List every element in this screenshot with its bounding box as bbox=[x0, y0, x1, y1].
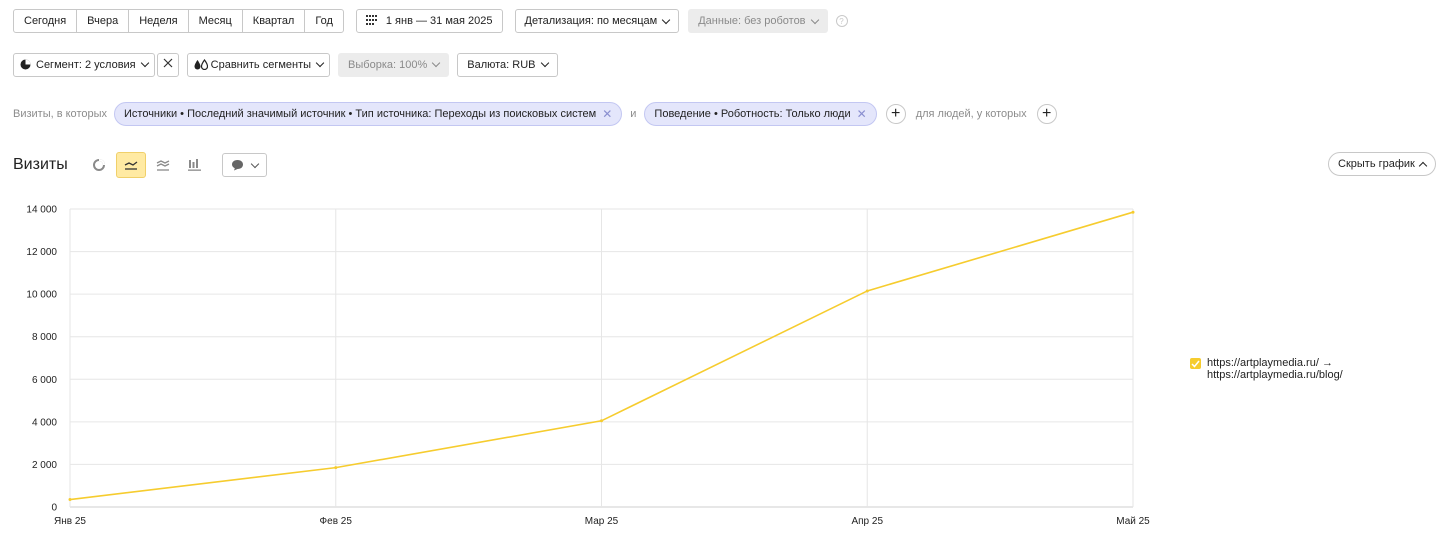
legend-line-1: https://artplaymedia.ru/ → bbox=[1207, 357, 1333, 369]
chevron-down-icon bbox=[250, 159, 259, 168]
hide-chart-label: Скрыть график bbox=[1338, 158, 1415, 170]
chevron-down-icon bbox=[540, 58, 549, 68]
hide-chart-button[interactable]: Скрыть график bbox=[1328, 152, 1436, 176]
close-icon[interactable]: ✕ bbox=[602, 107, 612, 121]
y-tick-label: 4 000 bbox=[32, 417, 57, 428]
date-range-button[interactable]: 1 янв — 31 мая 2025 bbox=[355, 9, 503, 33]
segment-label: Сегмент: 2 условия bbox=[36, 58, 136, 71]
area-chart-icon bbox=[156, 159, 170, 171]
y-tick-label: 10 000 bbox=[26, 290, 57, 301]
data-point[interactable] bbox=[865, 289, 869, 293]
filter-chip-behavior[interactable]: Поведение • Роботность: Только люди ✕ bbox=[644, 102, 877, 126]
checkmark-icon bbox=[1191, 360, 1200, 368]
period-selector: Сегодня Вчера Неделя Месяц Квартал Год bbox=[13, 9, 344, 33]
chevron-down-icon bbox=[140, 58, 149, 68]
currency-dropdown[interactable]: Валюта: RUB bbox=[457, 52, 558, 77]
comment-icon bbox=[231, 159, 244, 171]
chevron-down-icon bbox=[661, 15, 671, 24]
x-tick-label: Апр 25 bbox=[851, 516, 883, 527]
segment-toolbar: Сегмент: 2 условия Сравнить сегменты Выб… bbox=[13, 52, 558, 77]
data-point[interactable] bbox=[68, 498, 72, 502]
visits-prefix-label: Визиты, в которых bbox=[13, 108, 107, 120]
y-tick-label: 0 bbox=[51, 503, 57, 514]
annotations-dropdown[interactable] bbox=[221, 153, 267, 177]
line-chart-toggle[interactable] bbox=[115, 152, 146, 178]
x-tick-label: Янв 25 bbox=[54, 516, 86, 527]
legend-series-label[interactable]: https://artplaymedia.ru/ → https://artpl… bbox=[1207, 357, 1343, 381]
compare-icon bbox=[194, 59, 208, 70]
visits-line-chart: 0 2 000 4 000 6 000 8 000 10 000 12 000 14 000 Я… bbox=[26, 205, 1150, 528]
sample-label: Выборка: 100% bbox=[348, 58, 428, 71]
plus-icon: + bbox=[891, 105, 901, 122]
chart-header: Визиты bbox=[13, 150, 267, 180]
x-tick-label: Мар 25 bbox=[585, 516, 619, 527]
detail-label: Детализация: по месяцам bbox=[524, 15, 658, 27]
add-people-condition-button[interactable]: + bbox=[1036, 104, 1057, 124]
bar-chart-icon bbox=[188, 159, 202, 171]
plus-icon: + bbox=[1042, 105, 1052, 122]
detail-dropdown[interactable]: Детализация: по месяцам bbox=[514, 9, 680, 33]
and-label: и bbox=[630, 108, 637, 120]
data-filter-dropdown[interactable]: Данные: без роботов bbox=[688, 9, 828, 33]
data-point[interactable] bbox=[600, 419, 603, 423]
y-tick-label: 14 000 bbox=[26, 205, 57, 216]
chevron-down-icon bbox=[315, 58, 325, 68]
filter-chip-source-label: Источники • Последний значимый источник … bbox=[124, 108, 597, 120]
legend-line-2: https://artplaymedia.ru/blog/ bbox=[1207, 369, 1343, 381]
chevron-down-icon bbox=[432, 58, 441, 68]
chevron-down-icon bbox=[810, 15, 819, 24]
data-point[interactable] bbox=[334, 466, 338, 470]
pie-segment-icon bbox=[20, 59, 31, 70]
close-icon bbox=[163, 58, 173, 71]
compare-label: Сравнить сегменты bbox=[210, 58, 312, 71]
people-label: для людей, у которых bbox=[915, 108, 1027, 120]
area-chart-toggle[interactable] bbox=[148, 152, 178, 178]
currency-label: Валюта: RUB bbox=[467, 58, 536, 71]
calendar-icon bbox=[365, 14, 378, 28]
y-tick-label: 2 000 bbox=[32, 460, 57, 471]
compare-segments-dropdown[interactable]: Сравнить сегменты bbox=[186, 52, 331, 77]
data-point[interactable] bbox=[1131, 210, 1135, 214]
bar-chart-toggle[interactable] bbox=[180, 152, 210, 178]
x-tick-label: Фев 25 bbox=[320, 516, 353, 527]
sample-dropdown[interactable]: Выборка: 100% bbox=[338, 52, 450, 77]
y-tick-label: 8 000 bbox=[32, 332, 57, 343]
chart-axes: 0 2 000 4 000 6 000 8 000 10 000 12 000 14 000 Я… bbox=[26, 205, 1150, 528]
add-visit-condition-button[interactable]: + bbox=[885, 104, 906, 124]
help-icon[interactable]: ? bbox=[835, 15, 848, 27]
close-icon[interactable]: ✕ bbox=[857, 107, 867, 121]
x-tick-label: Май 25 bbox=[1116, 516, 1150, 527]
y-tick-label: 6 000 bbox=[32, 375, 57, 386]
filter-chip-source[interactable]: Источники • Последний значимый источник … bbox=[114, 102, 623, 126]
period-month[interactable]: Месяц bbox=[189, 10, 243, 32]
period-week[interactable]: Неделя bbox=[129, 10, 189, 32]
data-filter-label: Данные: без роботов bbox=[698, 15, 806, 27]
chart-grid bbox=[69, 208, 1134, 508]
period-today[interactable]: Сегодня bbox=[14, 10, 78, 32]
chart-legend: https://artplaymedia.ru/ → https://artpl… bbox=[1190, 357, 1343, 381]
y-tick-label: 12 000 bbox=[26, 247, 57, 258]
chart-title: Визиты bbox=[13, 156, 68, 173]
chevron-up-icon bbox=[1418, 161, 1428, 170]
segment-clear-button[interactable] bbox=[156, 52, 179, 77]
period-quarter[interactable]: Квартал bbox=[243, 10, 306, 32]
pie-chart-toggle[interactable] bbox=[84, 152, 114, 178]
period-toolbar: Сегодня Вчера Неделя Месяц Квартал Год 1… bbox=[13, 9, 848, 33]
segment-dropdown[interactable]: Сегмент: 2 условия bbox=[13, 52, 155, 77]
line-chart-icon bbox=[124, 160, 138, 170]
date-range-label: 1 янв — 31 мая 2025 bbox=[385, 15, 493, 27]
filter-row: Визиты, в которых Источники • Последний … bbox=[13, 102, 1057, 126]
period-yesterday[interactable]: Вчера bbox=[77, 10, 130, 32]
filter-chip-behavior-label: Поведение • Роботность: Только люди bbox=[654, 108, 851, 120]
pie-chart-icon bbox=[92, 159, 105, 171]
legend-checkbox[interactable] bbox=[1190, 358, 1201, 369]
period-year[interactable]: Год bbox=[305, 10, 343, 32]
